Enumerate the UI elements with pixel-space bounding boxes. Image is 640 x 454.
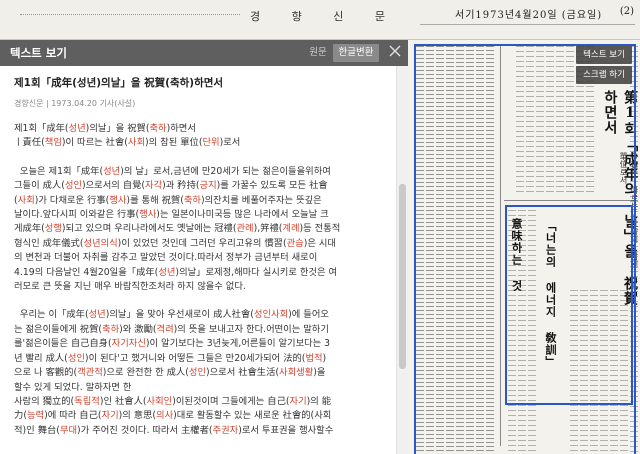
newspaper-scan[interactable]: 第1회「成年의 날」을 祝賀하면서 —責任 따르는 社會의 참된 單位로서 「너… bbox=[408, 40, 640, 454]
vertical-scrollbar[interactable] bbox=[396, 66, 408, 454]
article-meta: 경향신문 | 1973.04.20 기사(사설) bbox=[14, 99, 136, 108]
article-line: 우리는 이「成年(성년)의날」을 맞아 우선새로이 成人社會(성인사회)에 들어… bbox=[19, 309, 329, 321]
scan-text-column bbox=[436, 46, 444, 454]
scan-text-column bbox=[590, 290, 598, 454]
article-line: 러모로 큰 뜻을 지닌 매우 바람직한조처라 하지 않을수 없다. bbox=[14, 281, 246, 293]
article-line: (사회)가 다채로운 行事(행사)를 통해 祝賀(축하)의잔치를 베풀어주자는 … bbox=[14, 194, 322, 206]
scan-text-column bbox=[556, 46, 564, 196]
scan-text-column bbox=[536, 46, 544, 196]
article-line: 게成年(성행)되고 있으며 우리나라에서도 옛날에는 冠禮(관례),笄禮(계례)… bbox=[14, 223, 341, 235]
article-line: 날이다.앞다시피 이와같은 行事(행사)는 일본이나미국등 많은 나라에서 오늘… bbox=[14, 209, 329, 221]
article-line: 사람의 獨立的(독립적)인 社會人(사회인)이된것이며 그들에게는 自己(자기)… bbox=[14, 395, 332, 407]
close-icon-glyph bbox=[389, 45, 401, 57]
scan-inner-subheadline: 意味하는 것 bbox=[510, 218, 523, 292]
scrollbar-thumb[interactable] bbox=[399, 184, 406, 369]
article-line: 4.19의 다음날인 4월20일을「成年(성년)의날」로제정,해마다 실시키로 … bbox=[14, 266, 338, 278]
panel-title: 텍스트 보기 bbox=[10, 46, 67, 60]
article-line: 으로 나 客觀的(객관적)으로 완전한 한 成人(성인)으로서 社會生活(사회생… bbox=[14, 367, 326, 379]
article-paragraph: 우리는 이「成年(성년)의날」을 맞아 우선새로이 成人社會(성인사회)에 들어… bbox=[14, 308, 394, 438]
newspaper-dateline: 서기1973년4월20일 (금요일) bbox=[455, 10, 603, 21]
panel-header: 텍스트 보기 원문 한글변환 bbox=[0, 40, 408, 66]
scan-column-rule bbox=[500, 46, 501, 446]
tab-hangul-convert[interactable]: 한글변환 bbox=[333, 44, 379, 62]
article-line: 할수 있게 되었다. 말하자면 한 bbox=[14, 381, 132, 393]
scan-text-column bbox=[426, 46, 434, 454]
scan-text-column bbox=[456, 46, 464, 454]
article-paragraph: 제1회「成年(성년)의날」을 祝賀(축하)하면서 ㅣ責任(책임)이 따르는 社會(… bbox=[14, 122, 394, 151]
article-line: 오늘은 제1회「成年(성년)의 날」로서,금년에 만20세가 되는 젊은이들을위… bbox=[19, 165, 331, 177]
article-line: 형식인 成年儀式(성년의식)이 있었던 것인데 그러던 우리고유의 慣習(관습)… bbox=[14, 237, 336, 249]
article-body: 제1회「成年(성년)의날」을 祝賀(축하)하면서 ㅣ責任(책임)이 따르는 社會(… bbox=[14, 122, 396, 438]
scan-text-column bbox=[476, 46, 484, 454]
article-line: ㅣ責任(책임)이 따르는 社會(사회)의 참된 單位(단위)로서 bbox=[14, 137, 241, 149]
article-line: 의 변천과 더불어 자취를 감추고 말았던 것이다.따라서 정부가 금년부터 새… bbox=[14, 252, 318, 264]
scan-text-column bbox=[570, 290, 578, 454]
scan-inner-headline: 「너는의 에너지 敎訓」 bbox=[544, 220, 557, 368]
scan-text-column bbox=[416, 46, 424, 454]
article-line: 力(능력)에 따라 自己(자기)의 意思(의사)대로 활동할수 있는 새로운 社… bbox=[14, 410, 332, 422]
newspaper-masthead: 경 향 신 문 bbox=[250, 10, 399, 23]
close-icon[interactable] bbox=[386, 44, 404, 62]
tab-original[interactable]: 원문 bbox=[303, 44, 333, 62]
scan-text-column bbox=[528, 210, 536, 454]
scan-text-column bbox=[566, 46, 574, 196]
scan-text-column bbox=[446, 46, 454, 454]
scan-subheadline: —責任 따르는 社會의 참된 單位로서 bbox=[619, 152, 639, 268]
scan-text-column bbox=[546, 46, 554, 196]
article-line: 를'젊은이들은 自己自身(자기자신)이 알기보다는 3년늦게,어른들이 알기보다… bbox=[14, 338, 331, 350]
text-view-button[interactable]: 텍스트 보기 bbox=[576, 46, 632, 64]
scan-text-column bbox=[486, 46, 494, 454]
article-line: 년 빨리 成人(성인)이 된다'고 했거니와 어떻든 그들은 만20세가되어 法… bbox=[14, 352, 327, 364]
scan-text-column bbox=[466, 46, 474, 454]
article-line: 는 젊은이들에게 祝賀(축하)와 激勵(격려)의 뜻을 보내고자 한다.어떤이는… bbox=[14, 323, 329, 335]
dateline-rule bbox=[420, 24, 635, 26]
masthead-rule bbox=[20, 14, 240, 16]
article-line: 제1회「成年(성년)의날」을 祝賀(축하)하면서 bbox=[14, 123, 196, 134]
newspaper-masthead-strip: 경 향 신 문 서기1973년4월20일 (금요일) (2) bbox=[0, 0, 640, 40]
text-viewer-panel: 텍스트 보기 원문 한글변환 제1회「成年(성년)의날」을 祝賀(축하)하면서 … bbox=[0, 40, 408, 454]
article-paragraph: 오늘은 제1회「成年(성년)의 날」로서,금년에 만20세가 되는 젊은이들을위… bbox=[14, 165, 394, 295]
scan-text-column bbox=[580, 290, 588, 454]
scan-text-column bbox=[526, 46, 534, 196]
scrap-button[interactable]: 스크랩 하기 bbox=[576, 66, 632, 84]
article-line: 그들이 成人(성인)으로서의 自覺(자각)과 矜持(긍지)를 가꿀수 있도록 모… bbox=[14, 180, 328, 192]
newspaper-page-number: (2) bbox=[619, 6, 634, 17]
article-line: 적)인 舞台(무대)가 주어진 것이다. 따라서 主權者(주권자)로서 투표권을… bbox=[14, 424, 334, 436]
article-content[interactable]: 제1회「成年(성년)의날」을 祝賀(축하)하면서 경향신문 | 1973.04.… bbox=[0, 66, 396, 454]
scan-text-column bbox=[516, 46, 524, 196]
article-title: 제1회「成年(성년)의날」을 祝賀(축하)하면서 bbox=[14, 77, 224, 89]
